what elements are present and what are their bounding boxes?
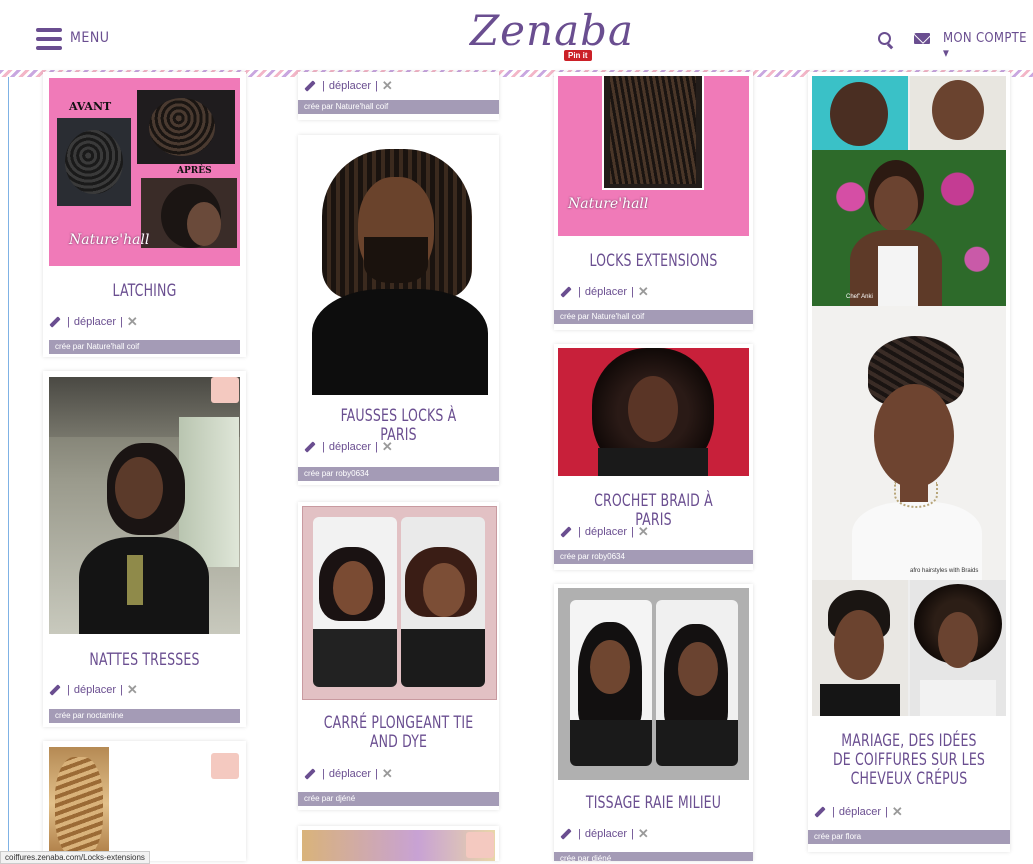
move-link[interactable]: déplacer xyxy=(585,526,627,538)
image-label-avant: AVANT xyxy=(69,100,112,113)
image-watermark-logo: Nature'hall xyxy=(69,232,150,248)
delete-icon[interactable]: ✕ xyxy=(638,826,649,842)
image-watermark-logo: Nature'hall xyxy=(568,196,649,212)
pencil-icon[interactable] xyxy=(304,80,316,92)
card-credit: crée par roby0634 xyxy=(554,550,753,564)
card-actions: | déplacer | ✕ xyxy=(814,804,903,820)
card-actions: | déplacer | ✕ xyxy=(560,524,649,540)
pencil-icon[interactable] xyxy=(814,806,826,818)
delete-icon[interactable]: ✕ xyxy=(892,804,903,820)
card-actions: | déplacer | ✕ xyxy=(560,284,649,300)
search-icon[interactable] xyxy=(878,32,891,45)
card-actions: | déplacer | ✕ xyxy=(49,314,138,330)
image-panel xyxy=(141,178,237,248)
card-actions: | déplacer | ✕ xyxy=(304,439,393,455)
status-url-tooltip: coiffures.zenaba.com/Locks-extensions xyxy=(0,851,150,864)
card-tissage-raie-milieu[interactable]: TISSAGE RAIE MILIEU | déplacer | ✕ crée … xyxy=(554,584,753,861)
delete-icon[interactable]: ✕ xyxy=(382,439,393,455)
card-credit: crée par Nature'hall coif xyxy=(49,340,240,354)
image-caption: Chef' Anki xyxy=(846,294,873,300)
card-credit: crée par Nature'hall coif xyxy=(298,100,499,114)
pencil-icon[interactable] xyxy=(560,828,572,840)
repin-icon[interactable] xyxy=(211,753,239,779)
repin-icon[interactable] xyxy=(466,832,494,858)
card-fausses-locks[interactable]: FAUSSES LOCKS À PARIS | déplacer | ✕ cré… xyxy=(298,135,499,485)
card-image[interactable] xyxy=(558,588,749,780)
site-header: MENU Zenaba Pin it MON COMPTE ▾ xyxy=(0,0,1033,72)
delete-icon[interactable]: ✕ xyxy=(127,682,138,698)
card-title[interactable]: CARRÉ PLONGEANT TIE AND DYE xyxy=(321,714,476,752)
move-link[interactable]: déplacer xyxy=(839,806,881,818)
image-caption: afro hairstyles with Braids xyxy=(910,568,979,574)
card-credit: crée par djéné xyxy=(298,792,499,806)
card-credit: crée par Nature'hall coif xyxy=(554,310,753,324)
pinit-badge[interactable]: Pin it xyxy=(564,50,592,61)
card-actions: | déplacer | ✕ xyxy=(304,766,393,782)
pencil-icon[interactable] xyxy=(560,286,572,298)
delete-icon[interactable]: ✕ xyxy=(127,314,138,330)
card-credit: crée par flora xyxy=(808,830,1010,844)
pencil-icon[interactable] xyxy=(304,441,316,453)
delete-icon[interactable]: ✕ xyxy=(382,766,393,782)
site-logo[interactable]: Zenaba xyxy=(470,6,634,55)
card-title[interactable]: NATTES TRESSES xyxy=(66,651,223,670)
card-carre-plongeant[interactable]: CARRÉ PLONGEANT TIE AND DYE | déplacer |… xyxy=(298,502,499,810)
image-label-apres: APRÈS xyxy=(177,166,212,176)
card-title[interactable]: TISSAGE RAIE MILIEU xyxy=(577,794,730,813)
account-menu[interactable]: MON COMPTE ▾ xyxy=(943,31,1033,61)
page-left-border xyxy=(8,0,9,861)
card-image[interactable] xyxy=(302,506,497,700)
move-link[interactable]: déplacer xyxy=(329,441,371,453)
pencil-icon[interactable] xyxy=(560,526,572,538)
delete-icon[interactable]: ✕ xyxy=(638,284,649,300)
card-partial[interactable] xyxy=(298,826,499,861)
card-title[interactable]: MARIAGE, DES IDÉES DE COIFFURES SUR LES … xyxy=(831,732,987,789)
card-actions: | déplacer | ✕ xyxy=(560,826,649,842)
move-link[interactable]: déplacer xyxy=(329,80,371,92)
menu-button[interactable]: MENU xyxy=(70,30,109,46)
move-link[interactable]: déplacer xyxy=(585,286,627,298)
card-image[interactable] xyxy=(49,747,109,861)
repin-icon[interactable] xyxy=(211,377,239,403)
delete-icon[interactable]: ✕ xyxy=(382,78,393,94)
card-mariage-coiffures[interactable]: Chef' Anki afro hairstyles with Braids M… xyxy=(808,72,1010,852)
card-image[interactable] xyxy=(49,377,240,634)
move-link[interactable]: déplacer xyxy=(74,316,116,328)
card-credit: crée par roby0634 xyxy=(298,467,499,481)
move-link[interactable]: déplacer xyxy=(329,768,371,780)
pencil-icon[interactable] xyxy=(304,768,316,780)
card-credit: crée par noctamine xyxy=(49,709,240,723)
card-credit: crée par djéné xyxy=(554,852,753,861)
card-partial[interactable] xyxy=(43,741,246,861)
card-locks-extensions[interactable]: Nature'hall LOCKS EXTENSIONS | déplacer … xyxy=(554,72,753,330)
card-actions: | déplacer | ✕ xyxy=(304,78,393,94)
image-panel xyxy=(57,118,131,206)
card-crochet-braid[interactable]: CROCHET BRAID À PARIS | déplacer | ✕ cré… xyxy=(554,344,753,570)
card-image[interactable] xyxy=(302,139,495,395)
delete-icon[interactable]: ✕ xyxy=(638,524,649,540)
card-partial-top[interactable]: | déplacer | ✕ crée par Nature'hall coif xyxy=(298,72,499,120)
move-link[interactable]: déplacer xyxy=(74,684,116,696)
card-title[interactable]: LATCHING xyxy=(66,282,223,301)
card-latching[interactable]: AVANT APRÈS Nature'hall LATCHING | dépla… xyxy=(43,72,246,357)
card-title[interactable]: LOCKS EXTENSIONS xyxy=(577,252,730,271)
mail-icon[interactable] xyxy=(914,33,930,44)
card-image[interactable]: AVANT APRÈS Nature'hall xyxy=(49,78,240,266)
card-image[interactable]: Chef' Anki afro hairstyles with Braids xyxy=(812,76,1006,716)
card-image[interactable] xyxy=(558,348,749,476)
card-image[interactable]: Nature'hall xyxy=(558,76,749,236)
card-nattes-tresses[interactable]: NATTES TRESSES | déplacer | ✕ crée par n… xyxy=(43,371,246,727)
card-actions: | déplacer | ✕ xyxy=(49,682,138,698)
pencil-icon[interactable] xyxy=(49,316,61,328)
image-panel xyxy=(137,90,235,164)
hamburger-menu-icon[interactable] xyxy=(36,28,62,50)
pencil-icon[interactable] xyxy=(49,684,61,696)
move-link[interactable]: déplacer xyxy=(585,828,627,840)
